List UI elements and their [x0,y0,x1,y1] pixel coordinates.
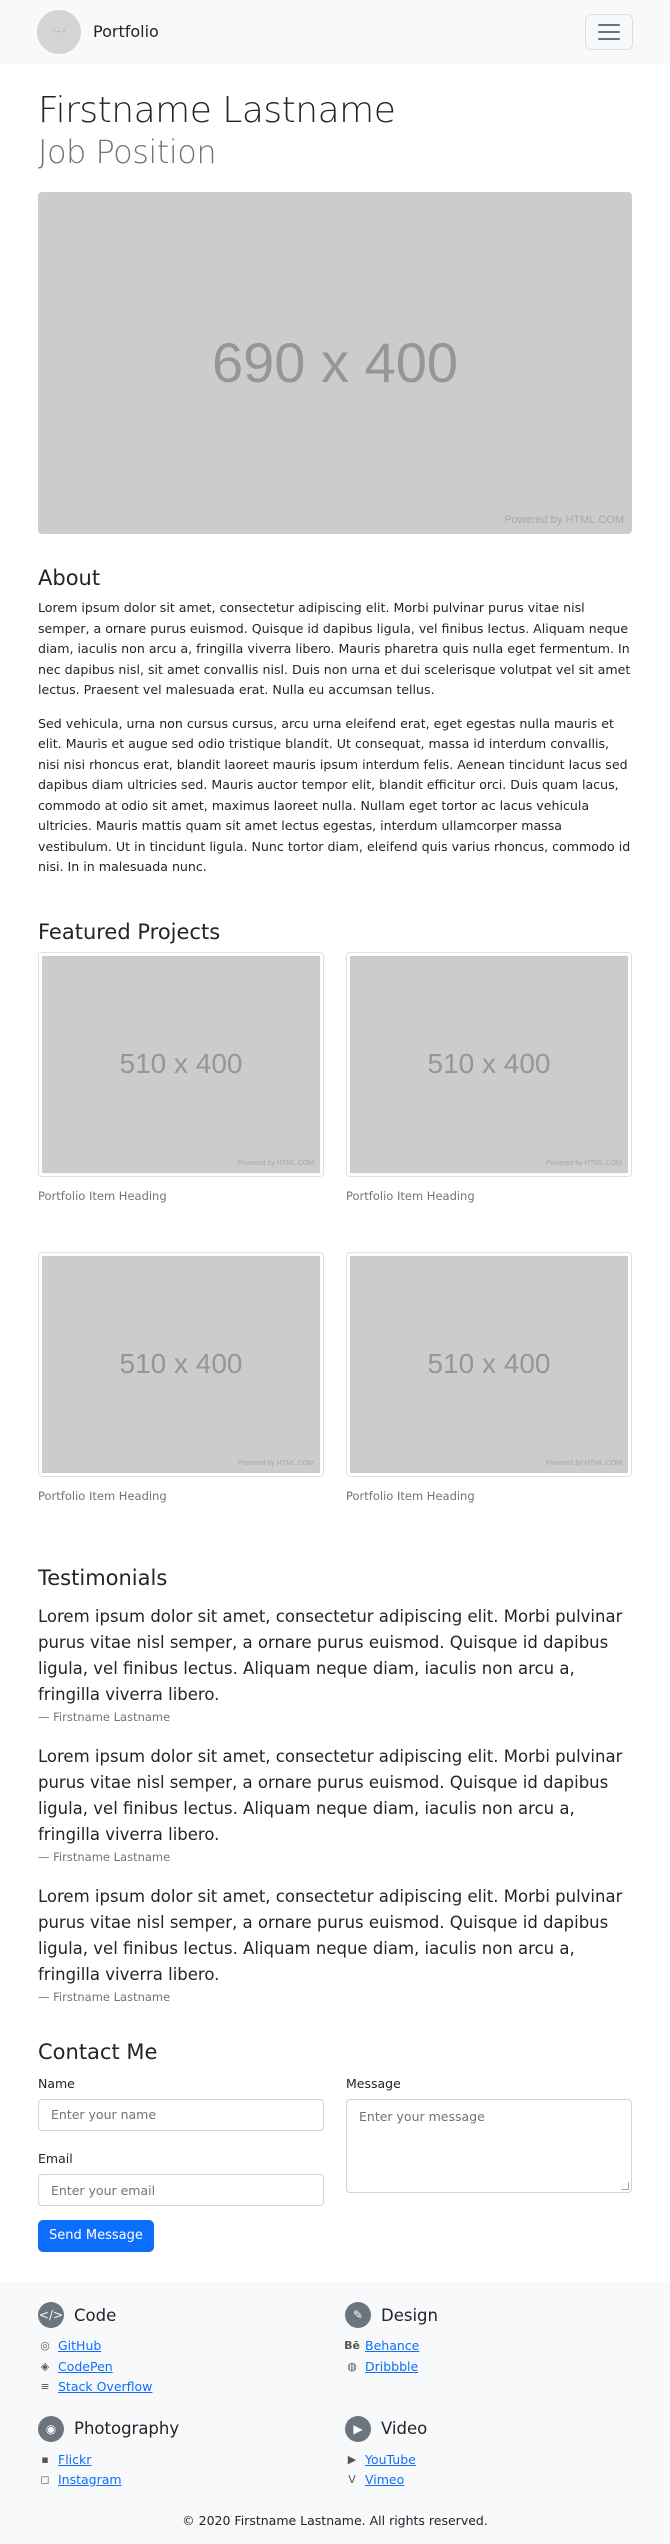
menu-toggle-button[interactable] [585,14,633,50]
testimonials-section: Testimonials Lorem ipsum dolor sit amet,… [38,1564,632,2006]
flickr-link[interactable]: Flickr [58,2450,91,2471]
brand[interactable]: ◦–◦ Portfolio [37,10,159,54]
project-image: 510 x 400 Powered by HTML.COM [350,955,628,1173]
email-label: Email [38,2150,73,2166]
footer-video: ▶ Video ▶ YouTube V Vimeo [345,2415,615,2491]
testimonial-author: — Firstname Lastname [38,1709,171,1724]
footer-photography: ◉ Photography ▪ Flickr ◻ Instagram [38,2415,345,2491]
testimonial: Lorem ipsum dolor sit amet, consectetur … [38,1604,632,1726]
footer-design-title: Design [381,2305,438,2325]
codepen-icon: ◈ [40,2359,50,2373]
job-position: Job Position [38,133,217,171]
testimonial-text: Lorem ipsum dolor sit amet, consectetur … [38,1746,623,1844]
project-thumbnail[interactable]: 510 x 400 Powered by HTML.COM [346,1251,632,1477]
image-placeholder-text: 510 x 400 [427,1348,551,1380]
main-content: Firstname Lastname Job Position 690 x 40… [0,90,670,2253]
dribbble-icon: ◍ [347,2359,357,2373]
instagram-link[interactable]: Instagram [58,2470,122,2491]
powered-by-text: Powered by HTML.COM [545,1159,622,1167]
project-thumbnail[interactable]: 510 x 400 Powered by HTML.COM [38,1251,324,1477]
page-title: Firstname Lastname [38,90,396,131]
navbar: ◦–◦ Portfolio [0,0,670,64]
image-placeholder-text: 510 x 400 [119,1348,243,1380]
dribbble-link[interactable]: Dribbble [365,2357,418,2378]
powered-by-text: Powered by HTML.COM [545,1459,622,1467]
youtube-link[interactable]: YouTube [365,2450,416,2471]
featured-projects-section: Featured Projects 510 x 400 Powered by H… [38,918,632,1552]
contact-section: Contact Me Name Enter your name Email En… [38,2038,632,2253]
testimonial-text: Lorem ipsum dolor sit amet, consectetur … [38,1606,623,1704]
footer-code: </> Code ◎ GitHub ◈ CodePen ≡ Stack Overflow [38,2302,345,2398]
footer-photography-title: Photography [74,2419,180,2439]
send-message-button[interactable]: Send Message [38,2220,154,2253]
behance-icon: Bē [344,2339,360,2353]
testimonial-author: — Firstname Lastname [38,1849,171,1864]
about-paragraph: Lorem ipsum dolor sit amet, consectetur … [38,600,631,697]
email-field[interactable]: Enter your email [38,2174,324,2207]
powered-by-text: Powered by HTML.COM [237,1159,314,1167]
stack-overflow-icon: ≡ [40,2380,50,2394]
project-image: 510 x 400 Powered by HTML.COM [42,1255,320,1473]
copyright: © 2020 Firstname Lastname. All rights re… [182,2512,488,2528]
name-label: Name [38,2075,75,2091]
video-camera-icon: ▶ [345,2415,371,2442]
resize-handle-icon[interactable] [621,2181,629,2190]
image-placeholder-text: 510 x 400 [119,1048,243,1080]
hero-placeholder-text: 690 x 400 [212,330,458,394]
projects-heading: Featured Projects [38,919,221,944]
project-image: 510 x 400 Powered by HTML.COM [350,1255,628,1473]
behance-link[interactable]: Behance [365,2336,419,2357]
name-field[interactable]: Enter your name [38,2098,324,2131]
message-field[interactable]: Enter your message [346,2098,632,2193]
vimeo-link[interactable]: Vimeo [365,2470,404,2491]
testimonial: Lorem ipsum dolor sit amet, consectetur … [38,1884,632,2006]
project-thumbnail[interactable]: 510 x 400 Powered by HTML.COM [38,951,324,1177]
project-caption: Portfolio Item Heading [38,1188,167,1203]
github-icon: ◎ [40,2339,50,2353]
hamburger-icon [598,24,620,26]
code-icon: </> [38,2302,64,2329]
footer: </> Code ◎ GitHub ◈ CodePen ≡ Stack Overflow… [0,2282,670,2544]
project-caption: Portfolio Item Heading [38,1488,167,1503]
hero-image: 690 x 400 Powered by HTML.COM [38,192,632,534]
youtube-icon: ▶ [347,2452,357,2466]
about-heading: About [38,566,101,590]
testimonials-heading: Testimonials [38,1565,168,1590]
flickr-icon: ▪ [41,2452,49,2466]
instagram-icon: ◻ [40,2473,50,2487]
testimonial-author: — Firstname Lastname [38,1989,171,2004]
camera-icon: ◉ [38,2415,64,2442]
image-placeholder-text: 510 x 400 [427,1048,551,1080]
testimonial-text: Lorem ipsum dolor sit amet, consectetur … [38,1886,623,1984]
powered-by-text: Powered by HTML.COM [237,1459,314,1467]
project-card[interactable]: 510 x 400 Powered by HTML.COM Portfolio … [38,951,324,1252]
vimeo-icon: V [348,2473,356,2487]
footer-code-title: Code [74,2305,117,2325]
about-paragraph: Sed vehicula, urna non cursus cursus, ar… [38,715,631,875]
about-section: About Lorem ipsum dolor sit amet, consec… [38,564,632,878]
github-link[interactable]: GitHub [58,2336,101,2357]
contact-form: Name Enter your name Email Enter your em… [38,2074,632,2253]
project-card[interactable]: 510 x 400 Powered by HTML.COM Portfolio … [38,1251,324,1552]
codepen-link[interactable]: CodePen [58,2357,113,2378]
powered-by-text: Powered by HTML.COM [504,513,624,526]
project-caption: Portfolio Item Heading [346,1488,475,1503]
project-card[interactable]: 510 x 400 Powered by HTML.COM Portfolio … [346,951,632,1252]
testimonial: Lorem ipsum dolor sit amet, consectetur … [38,1744,632,1866]
avatar: ◦–◦ [37,10,81,54]
project-image: 510 x 400 Powered by HTML.COM [42,955,320,1173]
stack-overflow-link[interactable]: Stack Overflow [58,2377,152,2398]
contact-heading: Contact Me [38,2039,158,2064]
message-placeholder: Enter your message [359,2108,485,2124]
project-card[interactable]: 510 x 400 Powered by HTML.COM Portfolio … [346,1251,632,1552]
project-caption: Portfolio Item Heading [346,1188,475,1203]
message-label: Message [346,2075,401,2091]
pencil-icon: ✎ [345,2302,371,2329]
footer-design: ✎ Design Bē Behance ◍ Dribbble [344,2302,615,2398]
brand-name[interactable]: Portfolio [93,20,159,45]
footer-video-title: Video [381,2419,428,2439]
projects-grid: 510 x 400 Powered by HTML.COM Portfolio … [38,951,632,1552]
project-thumbnail[interactable]: 510 x 400 Powered by HTML.COM [346,951,632,1177]
